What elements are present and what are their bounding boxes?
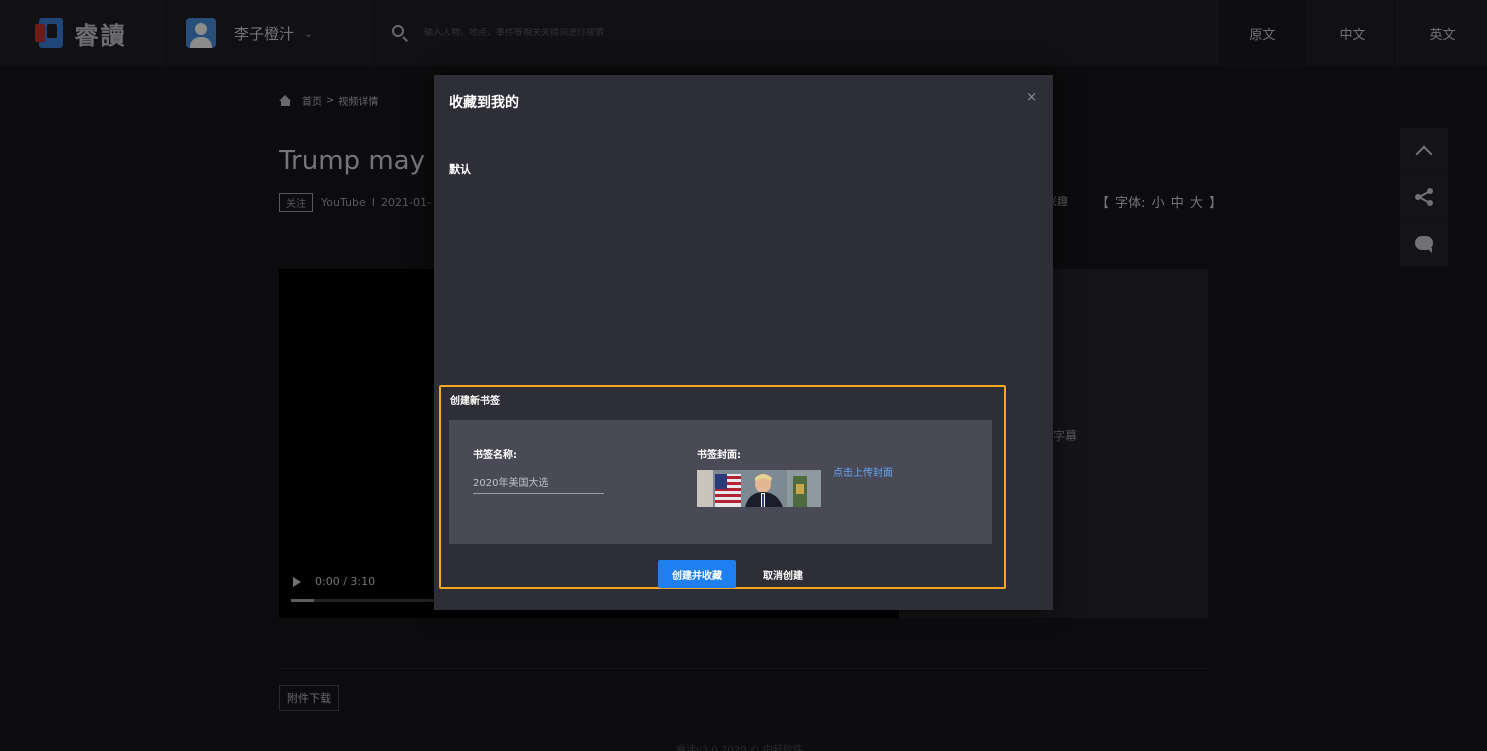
new-bookmark-form: 书签名称: 书签封面:: [449, 420, 992, 544]
close-icon[interactable]: ×: [1026, 90, 1037, 105]
new-bookmark-section: 创建新书签 书签名称: 书签封面:: [439, 385, 1006, 589]
bookmark-folder-default[interactable]: 默认: [449, 161, 471, 177]
bookmark-cover-image: [697, 470, 821, 507]
bookmark-name-input[interactable]: [473, 470, 604, 494]
bookmark-name-label: 书签名称:: [473, 450, 517, 461]
bookmark-cover-label: 书签封面:: [697, 450, 741, 461]
modal-title: 收藏到我的: [449, 95, 519, 111]
cancel-create-button[interactable]: 取消创建: [747, 560, 819, 588]
upload-cover-link[interactable]: 点击上传封面: [833, 464, 893, 479]
bookmark-modal: 收藏到我的 × 默认 创建新书签 书签名称: 书签封面:: [434, 75, 1053, 610]
new-bookmark-title: 创建新书签: [450, 396, 500, 407]
create-and-save-button[interactable]: 创建并收藏: [658, 560, 736, 588]
